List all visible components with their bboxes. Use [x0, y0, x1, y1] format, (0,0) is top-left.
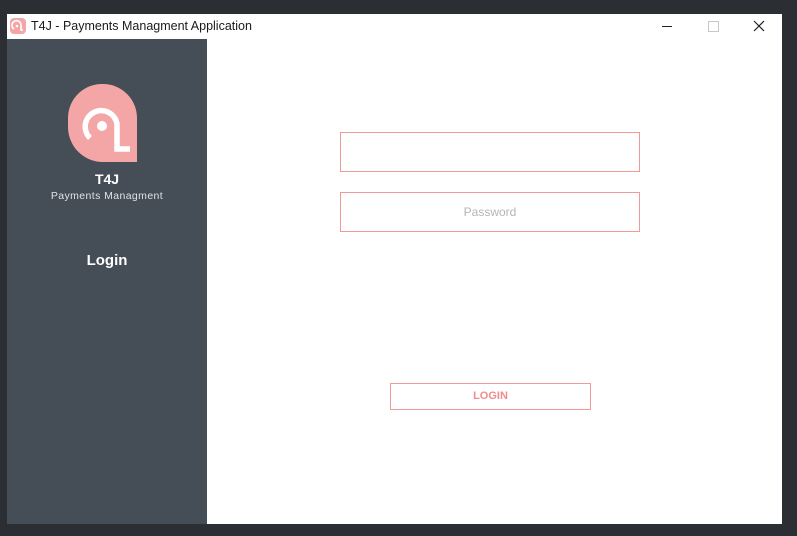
minimize-icon: [662, 26, 672, 27]
sidebar-item-login[interactable]: Login: [7, 252, 207, 269]
password-field[interactable]: [340, 192, 640, 232]
app-logo-icon: [10, 18, 26, 34]
t4j-logo-icon: [68, 83, 138, 167]
app-window: T4J - Payments Managment Application T4J…: [7, 14, 782, 524]
close-button[interactable]: [736, 14, 782, 39]
sidebar: T4J Payments Managment Login: [7, 39, 207, 524]
brand-name: T4J: [94, 171, 120, 187]
title-bar: T4J - Payments Managment Application: [7, 14, 782, 39]
username-input[interactable]: [341, 133, 639, 171]
login-button[interactable]: LOGIN: [390, 383, 591, 410]
maximize-icon: [708, 21, 719, 32]
window-title: T4J - Payments Managment Application: [31, 19, 252, 33]
password-input[interactable]: [341, 193, 639, 231]
minimize-button[interactable]: [644, 14, 690, 39]
brand-subtitle: Payments Managment: [50, 190, 164, 202]
maximize-button[interactable]: [690, 14, 736, 39]
close-icon: [753, 20, 765, 32]
username-field[interactable]: [340, 132, 640, 172]
